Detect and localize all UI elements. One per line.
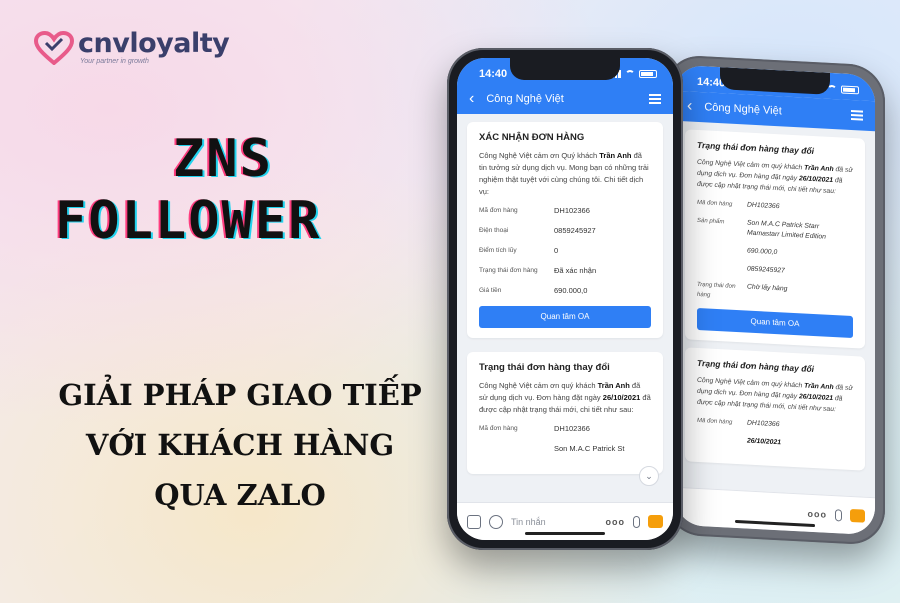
menu-icon[interactable] xyxy=(649,94,661,104)
brand-tagline: Your partner in growth xyxy=(80,58,149,65)
mic-icon[interactable] xyxy=(835,508,842,522)
message-card: Trạng thái đơn hàng thay đổi Công Nghệ V… xyxy=(685,347,865,471)
detail-row: Điện thoại 0859245927 xyxy=(479,226,596,235)
detail-row: Trạng thái đơn hàng Đã xác nhận xyxy=(479,266,597,275)
detail-row: Mã đơn hàng DH102366 xyxy=(479,424,590,433)
follow-oa-button[interactable]: Quan tâm OA xyxy=(479,306,651,328)
card-body: Công Nghệ Việt cảm ơn quý khách Trần Anh… xyxy=(697,376,853,414)
home-indicator xyxy=(525,532,605,535)
heart-logo-icon xyxy=(34,30,74,65)
menu-icon[interactable] xyxy=(851,109,863,121)
card-title: Trạng thái đơn hàng thay đổi xyxy=(697,139,814,157)
detail-row: Mã đơn hàng DH102366 xyxy=(697,199,780,211)
status-time: 14:40 xyxy=(479,68,508,80)
detail-row: Son M.A.C Patrick St xyxy=(554,444,625,453)
message-card: Trạng thái đơn hàng thay đổi Công Nghệ V… xyxy=(685,129,865,349)
mic-icon[interactable] xyxy=(633,515,640,528)
sticker-icon[interactable] xyxy=(467,514,481,529)
detail-row: 690.000,0 xyxy=(747,247,778,257)
image-icon[interactable] xyxy=(850,508,865,523)
subtitle-line-1: GIẢI PHÁP GIAO TIẾP xyxy=(58,378,422,412)
more-icon[interactable]: ooo xyxy=(808,508,828,519)
brand-logo: cnvloyalty Your partner in growth xyxy=(34,28,230,65)
card-body: Công Nghệ Việt cảm ơn quý khách Trần Anh… xyxy=(697,158,853,196)
chat-title: Công Nghệ Việt xyxy=(704,101,782,118)
detail-row: Trạng thái đơn hàng Chờ lấy hàng xyxy=(697,281,788,299)
phone-front-screen: 14:40 ‹ Công Nghệ Việt XÁC NHẬN ĐƠN HÀNG… xyxy=(457,58,673,540)
card-title: Trạng thái đơn hàng thay đổi xyxy=(479,362,610,373)
more-icon[interactable]: ooo xyxy=(606,517,626,527)
back-arrow-icon[interactable]: ‹ xyxy=(469,90,474,108)
message-input[interactable]: Tin nhắn xyxy=(511,517,598,527)
chat-title: Công Nghệ Việt xyxy=(486,93,564,105)
chevron-down-icon: ⌄ xyxy=(645,471,653,481)
message-composer: ooo xyxy=(675,486,875,536)
scroll-down-button[interactable]: ⌄ xyxy=(639,466,659,486)
back-arrow-icon[interactable]: ‹ xyxy=(687,97,692,115)
card-body: Công Nghệ Việt cảm ơn Quý khách Trần Anh… xyxy=(479,151,649,196)
headline-line-2: FOLLOWER xyxy=(55,191,322,251)
image-icon[interactable] xyxy=(648,515,663,528)
emoji-icon[interactable] xyxy=(489,514,503,529)
phone-notch xyxy=(510,58,620,80)
detail-row: 26/10/2021 xyxy=(747,437,782,447)
battery-icon xyxy=(841,85,859,95)
detail-row: Giá tiền 690.000,0 xyxy=(479,286,588,295)
follow-oa-button[interactable]: Quan tâm OA xyxy=(697,307,853,339)
wifi-icon xyxy=(625,70,635,78)
phone-front: 14:40 ‹ Công Nghệ Việt XÁC NHẬN ĐƠN HÀNG… xyxy=(447,48,683,550)
phone-back-screen: 14:40 ‹ Công Nghệ Việt Trạng thái đơn hà… xyxy=(675,64,875,536)
phone-back: 14:40 ‹ Công Nghệ Việt Trạng thái đơn hà… xyxy=(665,54,885,546)
chat-header: ‹ Công Nghệ Việt xyxy=(457,84,673,114)
detail-row: Mã đơn hàng DH102366 xyxy=(479,206,590,215)
battery-icon xyxy=(639,70,657,78)
brand-name: cnvloyalty xyxy=(78,28,230,59)
detail-row: 0859245927 xyxy=(747,265,785,275)
subtitle-line-3: QUA ZALO xyxy=(154,478,326,512)
card-title: Trạng thái đơn hàng thay đổi xyxy=(697,357,814,375)
detail-row: Sản phẩm Son M.A.C Patrick Starr Mamastar… xyxy=(697,217,826,241)
headline: ZNS FOLLOWER xyxy=(55,128,395,252)
message-card: Trạng thái đơn hàng thay đổi Công Nghệ V… xyxy=(467,352,663,474)
card-body: Công Nghệ Việt cảm ơn quý khách Trần Anh… xyxy=(479,381,651,414)
detail-row: Mã đơn hàng DH102366 xyxy=(697,417,780,429)
subtitle: GIẢI PHÁP GIAO TIẾP VỚI KHÁCH HÀNG QUA Z… xyxy=(50,370,430,520)
headline-line-1: ZNS xyxy=(173,129,273,189)
subtitle-line-2: VỚI KHÁCH HÀNG xyxy=(85,428,395,462)
detail-row: Điểm tích lũy 0 xyxy=(479,246,559,255)
card-title: XÁC NHẬN ĐƠN HÀNG xyxy=(479,132,585,143)
message-card: XÁC NHẬN ĐƠN HÀNG Công Nghệ Việt cảm ơn … xyxy=(467,122,663,338)
